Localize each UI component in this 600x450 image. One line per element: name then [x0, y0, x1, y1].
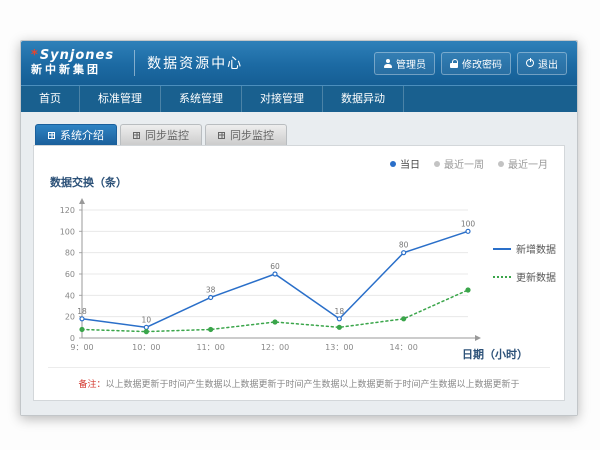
logo-subtitle: 新中新集团	[31, 64, 114, 77]
nav-item-home[interactable]: 首页	[21, 86, 80, 112]
svg-text:12：00: 12：00	[261, 343, 289, 352]
nav-item-data-change[interactable]: 数据异动	[323, 86, 404, 112]
user-button[interactable]: 管理员	[374, 52, 435, 75]
user-label: 管理员	[396, 56, 426, 71]
svg-text:60: 60	[65, 270, 75, 279]
tab-grid-icon	[218, 132, 225, 139]
footnote: 备注：以上数据更新于时间产生数据以上数据更新于时间产生数据以上数据更新于时间产生…	[48, 367, 550, 390]
filter-today[interactable]: 当日	[390, 156, 420, 171]
svg-text:18: 18	[77, 307, 87, 316]
tab-grid-icon	[48, 132, 55, 139]
filter-last-week[interactable]: 最近一周	[434, 156, 484, 171]
titlebar: *Synjones 新中新集团 数据资源中心 管理员 修改密码 退出	[21, 41, 577, 85]
tab-label: 同步监控	[230, 127, 274, 143]
power-icon	[526, 59, 534, 67]
svg-text:0: 0	[70, 334, 75, 343]
logo: *Synjones 新中新集团	[31, 49, 114, 77]
change-password-button[interactable]: 修改密码	[441, 52, 511, 75]
filter-label: 最近一月	[508, 156, 548, 171]
page: *Synjones 新中新集团 数据资源中心 管理员 修改密码 退出 首页 标准…	[0, 0, 600, 450]
legend-new-data[interactable]: 新增数据	[493, 241, 556, 256]
dotted-line-icon	[493, 276, 511, 278]
svg-text:11：00: 11：00	[196, 343, 224, 352]
tab-label: 系统介绍	[60, 127, 104, 143]
svg-text:40: 40	[65, 291, 75, 300]
series-legend: 新增数据 更新数据	[493, 241, 556, 284]
svg-text:60: 60	[270, 262, 280, 271]
app-window: *Synjones 新中新集团 数据资源中心 管理员 修改密码 退出 首页 标准…	[20, 40, 578, 416]
change-password-label: 修改密码	[462, 56, 502, 71]
tab-label: 同步监控	[145, 127, 189, 143]
svg-text:20: 20	[65, 313, 75, 322]
svg-text:100: 100	[60, 227, 75, 236]
svg-text:18: 18	[335, 307, 345, 316]
legend-label: 更新数据	[516, 269, 556, 284]
svg-text:80: 80	[399, 241, 409, 250]
svg-text:100: 100	[461, 219, 476, 228]
filter-dot-icon	[390, 161, 396, 167]
logo-brand: Synjones	[40, 48, 114, 63]
x-axis-title: 日期（小时）	[462, 346, 528, 362]
svg-text:9：00: 9：00	[70, 343, 93, 352]
tab-system-intro[interactable]: 系统介绍	[35, 124, 117, 145]
svg-text:13：00: 13：00	[325, 343, 353, 352]
tab-bar: 系统介绍 同步监控 同步监控	[33, 124, 565, 145]
time-filters: 当日 最近一周 最近一月	[390, 156, 548, 171]
filter-dot-icon	[434, 161, 440, 167]
solid-line-icon	[493, 248, 511, 250]
svg-text:14：00: 14：00	[389, 343, 417, 352]
filter-label: 最近一周	[444, 156, 484, 171]
svg-text:10: 10	[142, 315, 152, 324]
svg-text:38: 38	[206, 285, 216, 294]
y-axis-title: 数据交换（条）	[50, 174, 127, 190]
tab-sync-monitor-1[interactable]: 同步监控	[120, 124, 202, 145]
nav-item-docking-mgmt[interactable]: 对接管理	[242, 86, 323, 112]
main-nav: 首页 标准管理 系统管理 对接管理 数据异动	[21, 85, 577, 112]
svg-text:120: 120	[60, 206, 75, 215]
tab-grid-icon	[133, 132, 140, 139]
nav-item-system-mgmt[interactable]: 系统管理	[161, 86, 242, 112]
footnote-text: 以上数据更新于时间产生数据以上数据更新于时间产生数据以上数据更新于时间产生数据以…	[106, 380, 520, 390]
logout-button[interactable]: 退出	[517, 52, 567, 75]
user-icon	[383, 59, 392, 68]
filter-dot-icon	[498, 161, 504, 167]
logo-text: *Synjones	[31, 49, 114, 64]
svg-text:10：00: 10：00	[132, 343, 160, 352]
lock-icon	[450, 59, 458, 68]
legend-label: 新增数据	[516, 241, 556, 256]
app-title: 数据资源中心	[147, 53, 243, 73]
nav-item-standard-mgmt[interactable]: 标准管理	[80, 86, 161, 112]
logo-star-icon: *	[31, 48, 39, 63]
chart-panel: 当日 最近一周 最近一月 数据交换（条） 0 20 40 60 80 100 120 9：00…	[33, 145, 565, 401]
footnote-label: 备注：	[78, 380, 105, 390]
chart-svg: 0 20 40 60 80 100 120 9：00 10：00 11：00 12：00 13：00 1…	[48, 194, 488, 360]
content-area: 系统介绍 同步监控 同步监控 当日	[21, 112, 577, 415]
filter-label: 当日	[400, 156, 420, 171]
title-divider	[134, 50, 135, 76]
logout-label: 退出	[538, 56, 558, 71]
svg-text:80: 80	[65, 249, 75, 258]
filter-last-month[interactable]: 最近一月	[498, 156, 548, 171]
tab-sync-monitor-2[interactable]: 同步监控	[205, 124, 287, 145]
legend-update-data[interactable]: 更新数据	[493, 269, 556, 284]
